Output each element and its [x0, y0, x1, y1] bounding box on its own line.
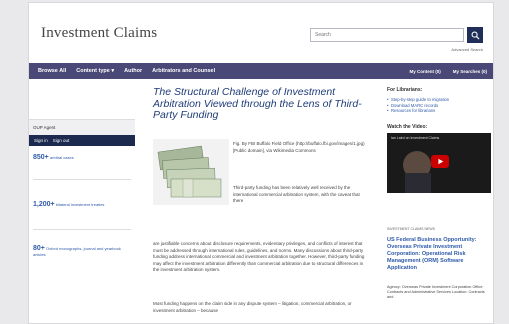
- site-logo[interactable]: Investment Claims: [41, 25, 157, 42]
- nav-author[interactable]: Author: [124, 68, 142, 74]
- nav-arbitrators[interactable]: Arbitrators and Counsel: [152, 68, 215, 74]
- divider: [33, 179, 131, 180]
- main-nav: Browse All Content type ▾ Author Arbitra…: [29, 63, 493, 79]
- news-heading: INVESTMENT CLAIMS NEWS: [387, 227, 435, 231]
- article-paragraph: Most funding happens on the claim side i…: [153, 301, 352, 313]
- sign-out-link[interactable]: Sign out: [53, 138, 70, 143]
- play-button[interactable]: [431, 155, 449, 168]
- search-icon: [471, 31, 480, 40]
- news-body: Agency: Overseas Private Investment Corp…: [387, 285, 485, 300]
- nav-my-content[interactable]: My Content (0): [409, 69, 440, 74]
- stat-monographs-num: 80+: [33, 245, 45, 252]
- oup-agent-label: OUP Agent: [29, 119, 135, 135]
- stat-monographs-label: Oxford monographs, journal and yearbook …: [33, 246, 121, 257]
- money-image: [153, 139, 229, 205]
- image-caption: Fig. By FBI Buffalo Field Office (http:/…: [233, 141, 365, 153]
- nav-browse-all[interactable]: Browse All: [38, 68, 66, 74]
- news-title[interactable]: US Federal Business Opportunity: Oversea…: [387, 237, 491, 272]
- article-title: The Structural Challenge of Investment A…: [153, 86, 362, 121]
- sign-in-link[interactable]: Sign in: [34, 138, 48, 143]
- page: Investment Claims Advanced Search Browse…: [28, 2, 494, 324]
- article: The Structural Challenge of Investment A…: [153, 86, 371, 313]
- stat-treaties[interactable]: 1,200+ bilateral investment treaties: [33, 201, 133, 208]
- search-button[interactable]: [467, 27, 483, 43]
- right-sidebar: For Librarians: Step-by-step guide to mi…: [387, 87, 491, 299]
- stat-monographs[interactable]: 80+ Oxford monographs, journal and yearb…: [33, 245, 133, 257]
- for-librarians-heading: For Librarians:: [387, 87, 423, 93]
- stat-cases-label: arbitral cases: [49, 155, 74, 160]
- stat-treaties-label: bilateral investment treaties: [55, 202, 105, 207]
- stat-cases[interactable]: 850+ arbitral cases: [33, 154, 133, 161]
- divider: [33, 229, 131, 230]
- video-title: Ian Laird on Investment Claims: [391, 136, 440, 140]
- librarian-link[interactable]: Resources for librarians: [387, 108, 491, 114]
- article-paragraph: are justifiable concerns about disclosur…: [153, 241, 365, 272]
- nav-right: My Content (0) My Searches (0): [397, 69, 487, 74]
- stat-cases-num: 850+: [33, 154, 49, 161]
- sign-bar: Sign in Sign out: [29, 135, 135, 146]
- stat-treaties-num: 1,200+: [33, 201, 55, 208]
- play-icon: [437, 158, 443, 165]
- nav-my-searches[interactable]: My Searches (0): [453, 69, 487, 74]
- left-sidebar: OUP Agent Sign in Sign out 850+ arbitral…: [29, 79, 135, 323]
- search-input[interactable]: [310, 28, 464, 42]
- watch-video-heading: Watch the Video:: [387, 124, 428, 130]
- video-player[interactable]: Ian Laird on Investment Claims: [387, 133, 491, 193]
- header: Investment Claims Advanced Search: [29, 3, 493, 63]
- librarian-links: Step-by-step guide to migration Download…: [387, 97, 491, 114]
- advanced-search-link[interactable]: Advanced Search: [451, 47, 483, 52]
- nav-content-type[interactable]: Content type ▾: [76, 68, 114, 74]
- article-paragraph: Third-party funding has been relatively …: [233, 185, 360, 203]
